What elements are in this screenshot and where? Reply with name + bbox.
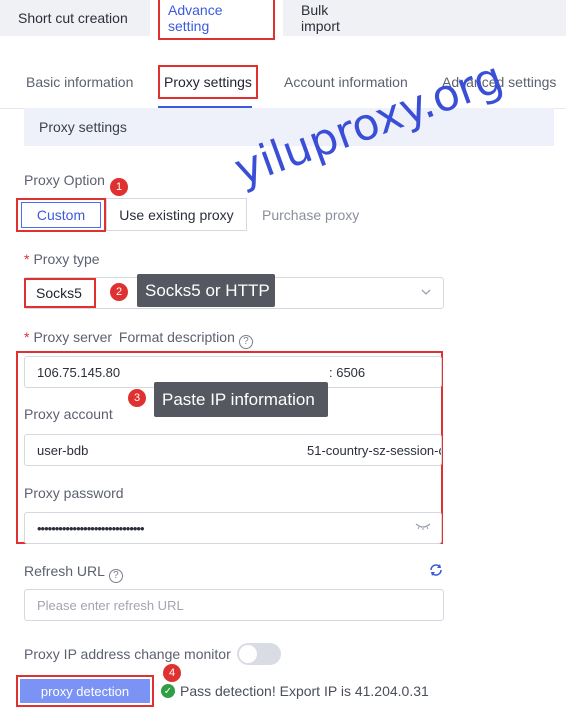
proxy-option-label: Proxy Option bbox=[24, 172, 105, 188]
proxy-detection-button[interactable]: proxy detection bbox=[16, 675, 154, 707]
detection-result-text: Pass detection! Export IP is 41.204.0.31 bbox=[180, 683, 429, 699]
tab-label: Advance setting bbox=[158, 0, 275, 40]
tooltip-paste-ip: Paste IP information bbox=[154, 382, 328, 417]
label-text: Refresh URL bbox=[24, 563, 105, 579]
tab-label: Short cut creation bbox=[18, 10, 128, 26]
proxy-server-label: * Proxy server Format description? bbox=[24, 329, 253, 349]
toggle-knob bbox=[239, 645, 257, 663]
proxy-password-label: Proxy password bbox=[24, 485, 124, 501]
section-title: Proxy settings bbox=[39, 119, 127, 135]
subtab-proxy-settings[interactable]: Proxy settings bbox=[158, 60, 258, 104]
step-badge-4: 4 bbox=[163, 664, 181, 682]
refresh-url-input[interactable]: Please enter refresh URL bbox=[24, 589, 444, 621]
proxy-account-label: Proxy account bbox=[24, 406, 113, 422]
tab-bulk-import[interactable]: Bulk import bbox=[283, 0, 387, 36]
proxy-password-input[interactable]: •••••••••••••••••••••••••••••• bbox=[24, 512, 442, 544]
format-description-link[interactable]: Format description bbox=[119, 329, 235, 345]
tab-short-cut-creation[interactable]: Short cut creation bbox=[0, 0, 150, 36]
proxy-account-value-end: 51-country-sz-session-c bbox=[307, 442, 442, 458]
proxy-server-ip: 106.75.145.80 bbox=[37, 364, 121, 380]
option-custom[interactable]: Custom bbox=[16, 198, 106, 232]
subtab-basic-information[interactable]: Basic information bbox=[26, 60, 133, 104]
check-circle-icon: ✓ bbox=[161, 684, 175, 698]
proxy-type-value: Socks5 bbox=[24, 278, 96, 308]
question-circle-icon[interactable]: ? bbox=[108, 568, 123, 583]
tab-label: Bulk import bbox=[301, 2, 340, 34]
step-badge-3: 3 bbox=[128, 389, 146, 407]
eye-closed-icon[interactable] bbox=[415, 521, 431, 534]
required-mark: * bbox=[24, 329, 30, 345]
label-text: Proxy type bbox=[33, 251, 100, 267]
refresh-url-label: Refresh URL? bbox=[24, 563, 123, 583]
subtab-label: Proxy settings bbox=[158, 65, 258, 99]
proxy-account-value: user-bdb bbox=[37, 442, 89, 458]
question-circle-icon[interactable]: ? bbox=[238, 334, 253, 349]
option-label: Use existing proxy bbox=[119, 206, 234, 223]
subtab-label: Basic information bbox=[26, 74, 134, 90]
required-mark: * bbox=[24, 251, 30, 267]
subtab-label: Account information bbox=[284, 74, 408, 90]
refresh-url-placeholder: Please enter refresh URL bbox=[37, 597, 184, 613]
option-label: Purchase proxy bbox=[262, 207, 360, 223]
detection-result: ✓ Pass detection! Export IP is 41.204.0.… bbox=[161, 683, 429, 699]
top-tab-bar: Short cut creation Advance setting Bulk … bbox=[0, 0, 566, 40]
chevron-down-icon bbox=[420, 286, 432, 301]
option-purchase-proxy[interactable]: Purchase proxy bbox=[262, 198, 362, 232]
ip-monitor-label: Proxy IP address change monitor bbox=[24, 646, 231, 662]
option-use-existing-proxy[interactable]: Use existing proxy bbox=[106, 198, 247, 231]
proxy-account-input[interactable]: user-bdb 51-country-sz-session-c bbox=[24, 434, 442, 466]
tab-advance-setting[interactable]: Advance setting bbox=[150, 0, 283, 40]
label-text: Proxy server bbox=[33, 329, 113, 345]
proxy-password-value: •••••••••••••••••••••••••••••• bbox=[37, 520, 145, 536]
step-badge-2: 2 bbox=[110, 283, 128, 301]
option-label: Custom bbox=[36, 207, 86, 223]
tooltip-proxy-type: Socks5 or HTTP bbox=[137, 274, 275, 307]
proxy-server-port: : 6506 bbox=[329, 364, 366, 380]
refresh-icon[interactable] bbox=[428, 562, 444, 578]
ip-monitor-toggle[interactable] bbox=[237, 643, 281, 665]
step-badge-1: 1 bbox=[110, 178, 128, 196]
option-custom-inner: Custom bbox=[21, 202, 101, 228]
proxy-type-label: * Proxy type bbox=[24, 251, 100, 267]
proxy-detection-label: proxy detection bbox=[20, 679, 150, 703]
